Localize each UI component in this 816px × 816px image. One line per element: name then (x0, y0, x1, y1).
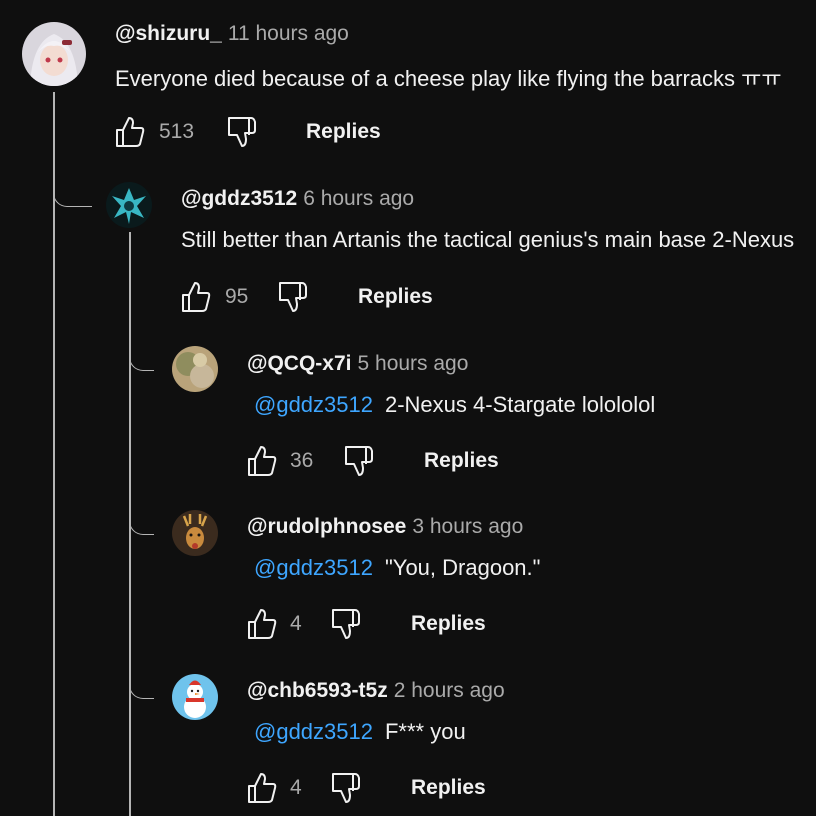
anime-girl-avatar-icon[interactable] (22, 22, 86, 86)
comment-actions: 4 Replies (247, 608, 647, 644)
comment-body: F*** you (384, 719, 466, 744)
comment-meta: @gddz3512 6 hours ago (181, 187, 414, 211)
deer-avatar-icon[interactable] (172, 510, 218, 556)
dislike-icon[interactable] (331, 772, 361, 804)
like-icon[interactable] (115, 116, 145, 148)
comment-text: @gddz3512 2-Nexus 4-Stargate lolololol (254, 392, 655, 418)
comment-meta: @rudolphnosee 3 hours ago (247, 515, 523, 539)
timestamp[interactable]: 3 hours ago (412, 515, 523, 538)
thread-elbow (129, 500, 154, 535)
blurry-photo-avatar-icon[interactable] (172, 346, 218, 392)
like-icon[interactable] (247, 608, 277, 640)
comment-actions: 4 Replies (247, 772, 647, 808)
comment-meta: @QCQ-x7i 5 hours ago (247, 352, 468, 376)
like-count: 4 (290, 612, 302, 635)
crystal-creature-avatar-icon[interactable] (106, 182, 152, 228)
like-count: 95 (225, 285, 249, 308)
comment-text: Still better than Artanis the tactical g… (181, 227, 794, 253)
comment-text: @gddz3512 F*** you (254, 719, 466, 745)
comment-text: @gddz3512 "You, Dragoon." (254, 555, 540, 581)
timestamp[interactable]: 2 hours ago (394, 679, 505, 702)
author-handle[interactable]: @chb6593-t5z (247, 679, 388, 702)
comment-body: Everyone died because of a cheese play l… (115, 66, 782, 91)
author-handle[interactable]: @rudolphnosee (247, 515, 406, 538)
like-count: 4 (290, 776, 302, 799)
dislike-icon[interactable] (227, 116, 257, 148)
comment-meta: @shizuru_ 11 hours ago (115, 22, 349, 46)
replies-button[interactable]: Replies (424, 449, 499, 473)
comment-body: "You, Dragoon." (384, 555, 541, 580)
replies-button[interactable]: Replies (358, 285, 433, 309)
replies-button[interactable]: Replies (411, 612, 486, 636)
timestamp[interactable]: 6 hours ago (303, 187, 414, 210)
replies-button[interactable]: Replies (306, 120, 381, 144)
thread-elbow (53, 172, 92, 207)
comment-body: 2-Nexus 4-Stargate lolololol (384, 392, 656, 417)
author-handle[interactable]: @QCQ-x7i (247, 352, 352, 375)
mention-link[interactable]: @gddz3512 (254, 392, 373, 417)
thread-elbow (129, 336, 154, 371)
replies-button[interactable]: Replies (411, 776, 486, 800)
comment-meta: @chb6593-t5z 2 hours ago (247, 679, 505, 703)
comment-actions: 95 Replies (181, 281, 581, 317)
snowman-avatar-icon[interactable] (172, 674, 218, 720)
mention-link[interactable]: @gddz3512 (254, 719, 373, 744)
mention-link[interactable]: @gddz3512 (254, 555, 373, 580)
like-count: 513 (159, 120, 195, 143)
comment-actions: 36 Replies (247, 445, 647, 481)
dislike-icon[interactable] (331, 608, 361, 640)
comment-text: Everyone died because of a cheese play l… (115, 61, 782, 93)
like-icon[interactable] (181, 281, 211, 313)
like-icon[interactable] (247, 445, 277, 477)
dislike-icon[interactable] (344, 445, 374, 477)
like-icon[interactable] (247, 772, 277, 804)
like-count: 36 (290, 449, 314, 472)
thread-elbow (129, 664, 154, 699)
timestamp[interactable]: 5 hours ago (358, 352, 469, 375)
comment-body: Still better than Artanis the tactical g… (181, 227, 795, 252)
author-handle[interactable]: @gddz3512 (181, 187, 297, 210)
comment-actions: 513 Replies (115, 116, 515, 152)
dislike-icon[interactable] (278, 281, 308, 313)
author-handle[interactable]: @shizuru_ (115, 22, 222, 45)
timestamp[interactable]: 11 hours ago (228, 22, 349, 45)
